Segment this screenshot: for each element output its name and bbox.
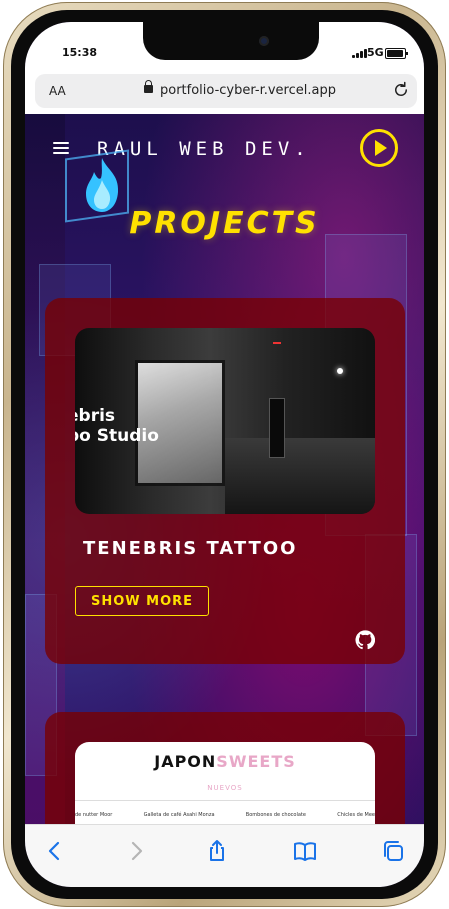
project-card: ebrispo Studio TENEBRIS TATTOO SHOW MORE [45,298,405,664]
share-icon[interactable] [205,839,229,863]
site-brand[interactable]: RAUL WEB DEV. [97,138,311,160]
preview-product: Galleta de café Asahi Monza [143,812,215,818]
preview-door [269,398,285,458]
preview-lamp [337,368,343,374]
back-icon[interactable] [43,839,67,863]
text-size-button[interactable]: AA [49,84,66,98]
preview-product: de nutter Moor [75,812,113,818]
preview-logo-dark: JAPON [154,752,217,771]
preview-divider [75,800,375,801]
phone-screen: 15:38 5G AA portfolio-cyber-r.vercel.app [25,22,424,887]
page-title: PROJECTS [129,206,320,241]
project-card: JAPONSWEETS NUEVOS de nutter Moor Gallet… [45,712,405,824]
preview-products: de nutter Moor Galleta de café Asahi Mon… [75,812,375,818]
project-preview[interactable]: JAPONSWEETS NUEVOS de nutter Moor Gallet… [75,742,375,824]
battery-icon [385,48,408,59]
preview-nav-accent [273,342,281,344]
bookmarks-icon[interactable] [293,839,317,863]
phone-bezel: 15:38 5G AA portfolio-cyber-r.vercel.app [11,10,438,899]
browser-address-area: AA portfolio-cyber-r.vercel.app [25,66,424,114]
web-page[interactable]: RAUL WEB DEV. PROJECTS eb [25,114,424,824]
play-icon[interactable] [360,129,398,167]
url-text[interactable]: portfolio-cyber-r.vercel.app [160,83,336,98]
show-more-button[interactable]: SHOW MORE [75,586,209,616]
phone-frame: 15:38 5G AA portfolio-cyber-r.vercel.app [3,2,446,907]
address-bar[interactable]: AA portfolio-cyber-r.vercel.app [35,74,417,108]
preview-text: ebrispo Studio [75,406,159,446]
preview-product: Chicles de Mee [337,812,375,818]
lock-icon [144,80,153,93]
camera-icon [259,36,269,46]
project-title: TENEBRIS TATTOO [83,538,298,559]
status-time: 15:38 [62,46,98,59]
preview-section-title: NUEVOS [207,784,243,792]
reload-icon[interactable] [392,81,410,99]
menu-icon[interactable] [53,142,69,154]
preview-logo: JAPONSWEETS [75,752,375,771]
preview-product: Bombones de chocolate [245,812,306,818]
tabs-icon[interactable] [381,839,405,863]
network-type: 5G [367,46,384,59]
forward-icon[interactable] [124,839,148,863]
browser-toolbar [25,824,424,887]
notch [143,22,319,60]
preview-street [225,438,375,514]
preview-logo-light: SWEETS [216,752,296,771]
github-icon[interactable] [355,630,375,650]
project-preview[interactable]: ebrispo Studio [75,328,375,514]
